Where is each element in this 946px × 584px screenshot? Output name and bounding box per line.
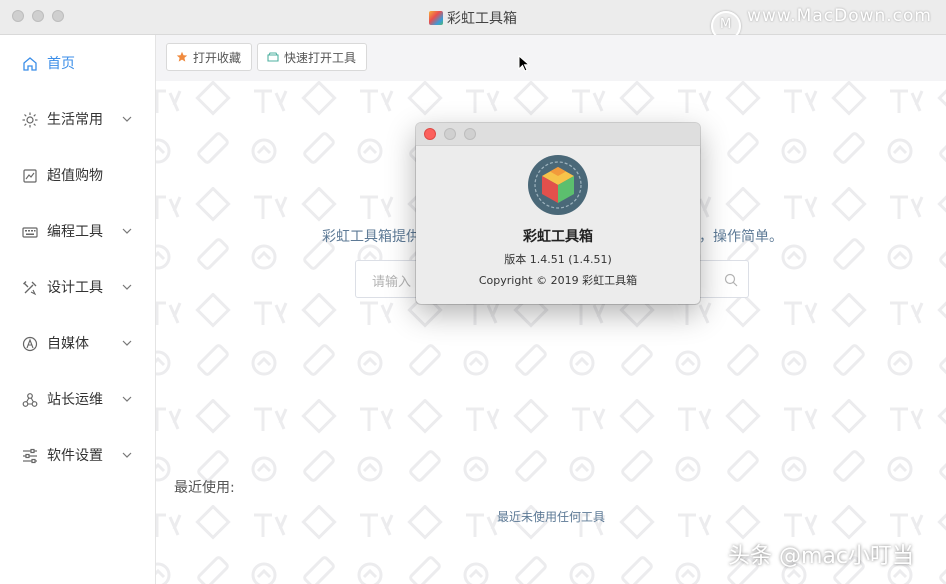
search-placeholder: 请输入 (372, 275, 412, 290)
compass-icon (22, 336, 38, 352)
watermark-site-text: www.MacDown.com (747, 6, 932, 26)
sidebar: 首页 生活常用 超值购物 编程工具 设计工具 自媒体 站长运维 软件设置 (0, 35, 156, 584)
sidebar-item-media[interactable]: 自媒体 (0, 324, 155, 364)
sidebar-item-label: 编程工具 (47, 224, 103, 240)
sun-icon (22, 112, 38, 128)
open-favorites-button[interactable]: 打开收藏 (166, 43, 253, 71)
sidebar-item-life[interactable]: 生活常用 (0, 100, 155, 140)
box-icon (267, 52, 279, 62)
watermark-bottom: 头条 @mac小叮当 (728, 544, 915, 569)
window-titlebar: 彩虹工具箱 Mwww.MacDown.com (0, 0, 946, 41)
toolbar: 打开收藏 快速打开工具 (156, 35, 946, 81)
open-favorites-label: 打开收藏 (193, 51, 242, 65)
network-icon (22, 393, 38, 407)
sidebar-item-label: 站长运维 (47, 392, 103, 408)
about-dialog: 彩虹工具箱 版本 1.4.51 (1.4.51) Copyright © 201… (416, 123, 700, 304)
about-app-name: 彩虹工具箱 (523, 229, 593, 245)
window-title-text: 彩虹工具箱 (447, 11, 517, 27)
sidebar-item-label: 自媒体 (47, 336, 89, 352)
about-copyright: Copyright © 2019 彩虹工具箱 (478, 274, 638, 287)
design-tools-icon (23, 281, 37, 296)
about-minimize-button (444, 128, 456, 140)
recent-empty-text: 最近未使用任何工具 (496, 510, 605, 524)
about-version: 版本 1.4.51 (1.4.51) (504, 253, 612, 266)
chevron-down-icon (122, 452, 132, 458)
keyboard-icon (22, 227, 38, 238)
chevron-down-icon (122, 396, 132, 402)
chevron-down-icon (122, 116, 132, 122)
main-content: 打开收藏 快速打开工具 彩虹工具箱提供 ，操作简单。 请输入 最近使用: 最近未… (156, 35, 946, 584)
sidebar-item-home[interactable]: 首页 (0, 44, 155, 84)
home-icon (23, 57, 37, 71)
sidebar-item-settings[interactable]: 软件设置 (0, 436, 155, 476)
app-logo-icon (528, 155, 588, 215)
chevron-down-icon (122, 284, 132, 290)
recent-used-label: 最近使用: (174, 480, 235, 496)
mouse-cursor-icon (518, 55, 530, 72)
sidebar-item-shopping[interactable]: 超值购物 (0, 156, 155, 196)
search-icon[interactable] (724, 273, 738, 287)
chevron-down-icon (122, 228, 132, 234)
app-icon (429, 11, 443, 25)
about-zoom-button (464, 128, 476, 140)
sidebar-item-programming[interactable]: 编程工具 (0, 212, 155, 252)
sidebar-item-webmaster[interactable]: 站长运维 (0, 380, 155, 420)
about-dialog-titlebar (416, 123, 700, 146)
sidebar-item-design[interactable]: 设计工具 (0, 268, 155, 308)
quick-open-tool-button[interactable]: 快速打开工具 (257, 43, 368, 71)
shopping-icon (23, 169, 37, 183)
sidebar-item-label: 设计工具 (47, 280, 103, 296)
intro-text-right: ，操作简单。 (699, 229, 783, 245)
intro-text-left: 彩虹工具箱提供 (322, 229, 420, 245)
star-icon (176, 51, 188, 62)
about-close-button[interactable] (424, 128, 436, 140)
sidebar-item-label: 超值购物 (47, 168, 103, 184)
sidebar-item-label: 软件设置 (47, 448, 103, 464)
sidebar-item-label: 生活常用 (47, 112, 103, 128)
chevron-down-icon (122, 340, 132, 346)
quick-open-tool-label: 快速打开工具 (284, 51, 357, 65)
sidebar-item-label: 首页 (47, 56, 75, 72)
sliders-icon (23, 448, 37, 464)
